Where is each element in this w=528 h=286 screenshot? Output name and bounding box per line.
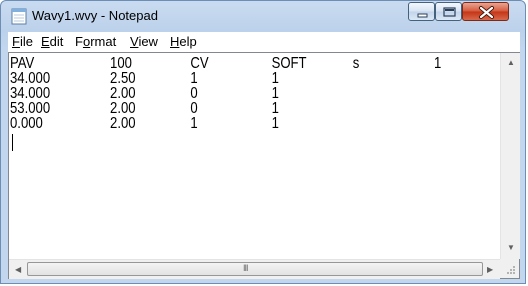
scroll-down-icon[interactable]: ▼ bbox=[507, 243, 515, 252]
text-line: 0.000 2.00 1 1 bbox=[10, 115, 279, 132]
scroll-up-icon[interactable]: ▲ bbox=[507, 58, 515, 67]
document-text[interactable]: PAV 100 CV SOFT s 1 34.000 2.50 1 1 34.0… bbox=[10, 53, 501, 234]
scroll-right-icon[interactable]: ▶ bbox=[487, 265, 493, 274]
menu-view[interactable]: View bbox=[130, 34, 158, 49]
minimize-button[interactable] bbox=[408, 2, 435, 21]
resize-grip[interactable] bbox=[500, 259, 519, 278]
notepad-window: Wavy1.wvy - Notepad File Edit Format Vie… bbox=[0, 0, 526, 284]
horizontal-scroll-thumb[interactable]: III bbox=[27, 262, 483, 276]
text-line: PAV 100 CV SOFT s 1 bbox=[10, 55, 442, 72]
minimize-icon bbox=[417, 13, 428, 18]
text-line: 34.000 2.50 1 1 bbox=[10, 70, 279, 87]
text-editor[interactable]: PAV 100 CV SOFT s 1 34.000 2.50 1 1 34.0… bbox=[8, 52, 520, 279]
close-icon bbox=[479, 6, 494, 19]
text-line: 53.000 2.00 0 1 bbox=[10, 100, 279, 117]
scroll-grip-icon: III bbox=[243, 263, 248, 273]
notepad-icon bbox=[11, 8, 27, 25]
menu-file[interactable]: File bbox=[12, 34, 33, 49]
scroll-left-icon[interactable]: ◀ bbox=[15, 265, 21, 274]
horizontal-scrollbar[interactable]: ◀ III ▶ bbox=[9, 259, 500, 279]
text-line: 34.000 2.00 0 1 bbox=[10, 85, 279, 102]
menu-format[interactable]: Format bbox=[75, 34, 116, 49]
title-bar[interactable]: Wavy1.wvy - Notepad bbox=[1, 1, 525, 31]
vertical-scrollbar[interactable]: ▲ ▼ bbox=[500, 53, 520, 259]
text-caret bbox=[12, 134, 13, 151]
window-title: Wavy1.wvy - Notepad bbox=[32, 8, 158, 23]
maximize-icon bbox=[443, 7, 456, 17]
resize-grip-icon bbox=[507, 266, 515, 274]
maximize-button[interactable] bbox=[435, 2, 462, 21]
menu-edit[interactable]: Edit bbox=[41, 34, 63, 49]
menu-bar: File Edit Format View Help bbox=[8, 32, 520, 52]
menu-help[interactable]: Help bbox=[170, 34, 197, 49]
close-button[interactable] bbox=[462, 2, 509, 21]
